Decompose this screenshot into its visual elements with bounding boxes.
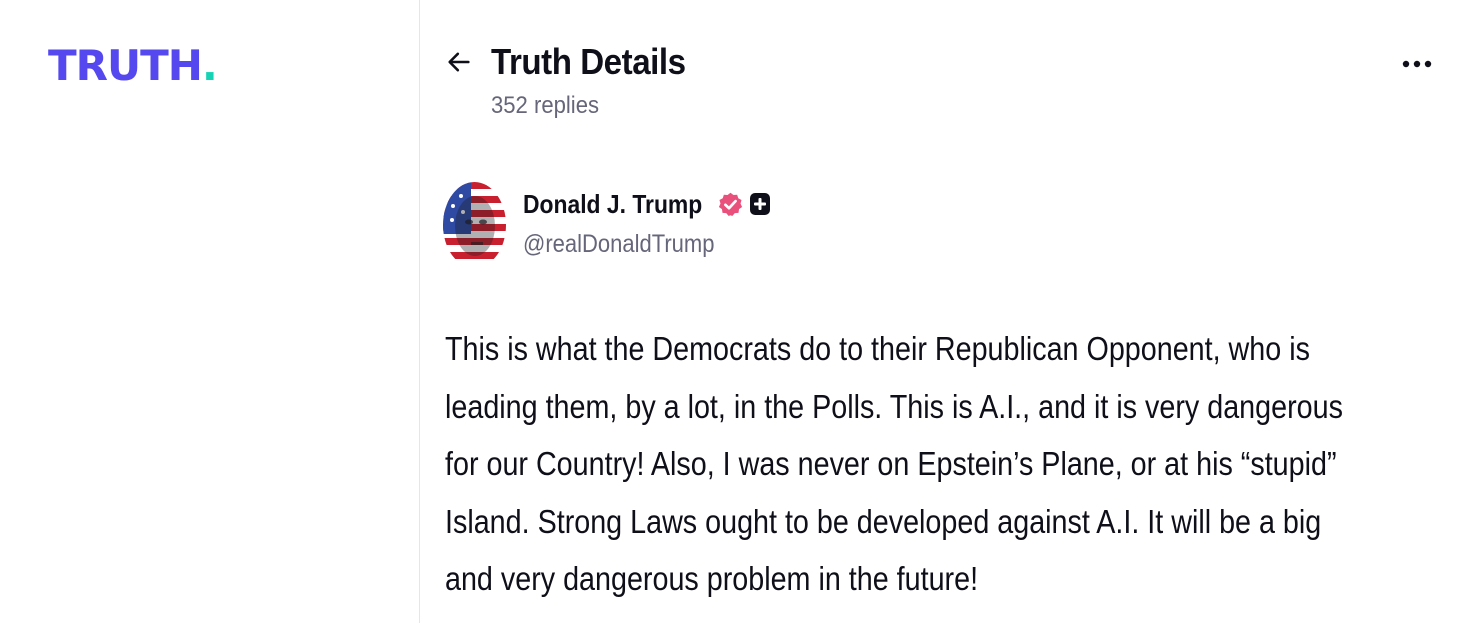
replies-count: 352 replies	[491, 92, 600, 119]
truth-logo[interactable]: TRUTH.	[48, 40, 218, 92]
author-name-row: Donald J. Trump	[523, 186, 771, 222]
back-button[interactable]	[445, 42, 477, 82]
left-sidebar: TRUTH.	[0, 0, 420, 623]
author-handle[interactable]: @realDonaldTrump	[523, 230, 714, 259]
author-display-name[interactable]: Donald J. Trump	[523, 189, 702, 220]
author-meta: Donald J. Trump @realDonaldTrump	[523, 186, 771, 259]
page-title: Truth Details	[491, 41, 686, 82]
logo-dot: .	[201, 41, 218, 90]
avatar-image	[443, 182, 506, 268]
logo-text: TRUTH	[48, 41, 203, 90]
plus-badge-icon	[749, 193, 770, 215]
more-horizontal-icon	[1402, 60, 1432, 68]
more-options-button[interactable]	[1399, 50, 1435, 78]
post-author: Donald J. Trump @realDonaldTrump	[443, 182, 771, 268]
avatar[interactable]	[443, 182, 506, 268]
arrow-left-icon	[448, 52, 470, 72]
verified-badge-icon	[718, 192, 742, 216]
page-header: Truth Details	[445, 38, 703, 86]
main-column: Truth Details 352 replies Donald J. Trum…	[421, 0, 1473, 623]
app-window: TRUTH. Truth Details 352 replies Donald …	[0, 0, 1473, 623]
post-text: This is what the Democrats do to their R…	[445, 330, 1343, 597]
